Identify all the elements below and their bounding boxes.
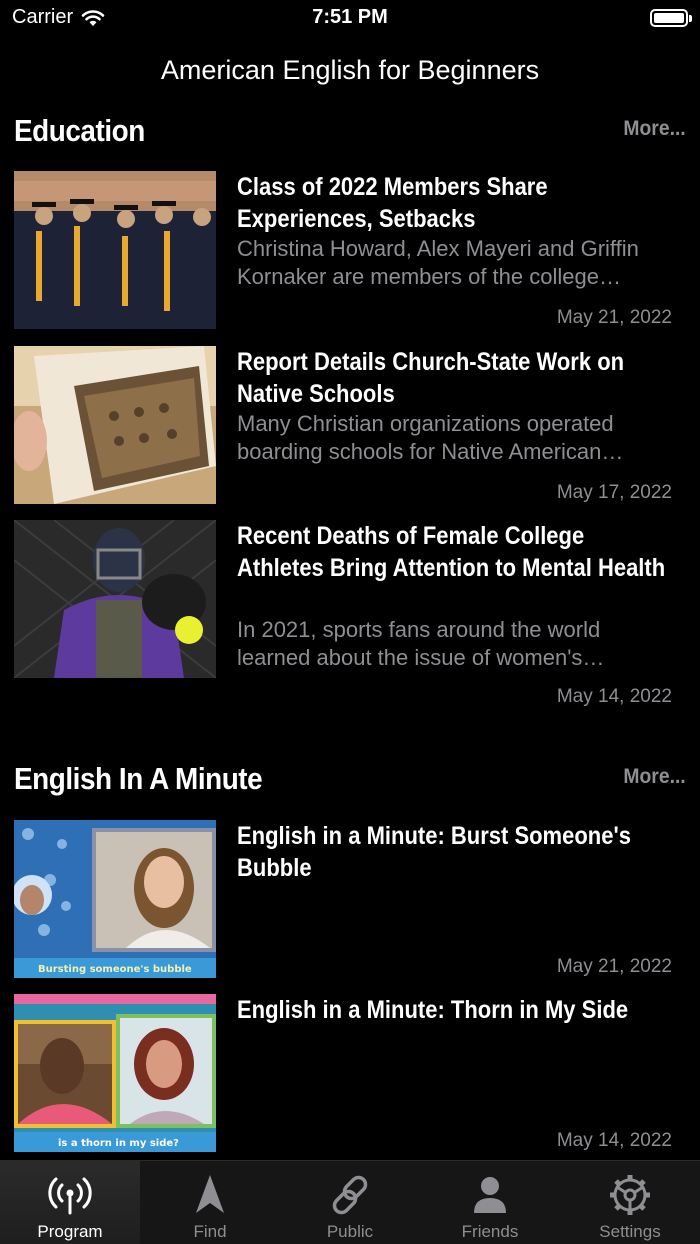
article-thumbnail: [14, 171, 216, 329]
article-item[interactable]: Bursting someone's bubble English in a M…: [0, 820, 700, 980]
status-bar: Carrier 7:51 PM: [0, 0, 700, 40]
battery-icon: [650, 9, 692, 27]
tab-program[interactable]: Program: [0, 1161, 140, 1244]
article-title: English in a Minute: Burst Someone's Bub…: [237, 822, 631, 882]
section-header: English In A Minute More...: [0, 761, 700, 801]
tab-friends[interactable]: Friends: [420, 1161, 560, 1244]
article-date: May 21, 2022: [556, 956, 672, 977]
status-time: 7:51 PM: [312, 6, 388, 28]
article-thumbnail: [14, 346, 216, 504]
tab-settings[interactable]: Settings: [560, 1161, 700, 1244]
person-icon: [474, 1177, 506, 1213]
article-thumbnail: Bursting someone's bubble: [14, 820, 216, 978]
navigation-arrow-icon: [196, 1175, 224, 1213]
article-title: English in a Minute: Thorn in My Side: [237, 996, 629, 1024]
section-english-in-a-minute: English In A Minute More...: [0, 761, 700, 801]
article-description: Christina Howard, Alex Mayeri and Griffi…: [237, 236, 639, 289]
tab-bar: Program Find Public Friends Settings: [0, 1160, 700, 1244]
more-button[interactable]: More...: [624, 765, 686, 789]
article-description: In 2021, sports fans around the world le…: [237, 617, 605, 670]
thumbnail-caption: Bursting someone's bubble: [38, 964, 192, 975]
article-item[interactable]: Class of 2022 Members Share Experiences,…: [0, 171, 700, 331]
tab-label: Find: [193, 1222, 227, 1241]
article-date: May 14, 2022: [556, 686, 672, 707]
gear-icon: [610, 1175, 650, 1215]
article-item[interactable]: Recent Deaths of Female College Athletes…: [0, 520, 700, 712]
page-title: American English for Beginners: [160, 55, 540, 85]
article-thumbnail: is a thorn in my side?: [14, 994, 216, 1152]
tab-find[interactable]: Find: [140, 1161, 280, 1244]
antenna-icon: [48, 1177, 92, 1215]
more-button[interactable]: More...: [624, 117, 686, 141]
article-item[interactable]: is a thorn in my side? English in a Minu…: [0, 994, 700, 1154]
tab-label: Public: [326, 1222, 374, 1241]
article-title: Class of 2022 Members Share Experiences,…: [237, 173, 548, 233]
article-date: May 21, 2022: [556, 307, 672, 328]
article-item[interactable]: Report Details Church-State Work on Nati…: [0, 346, 700, 506]
tab-label: Friends: [461, 1222, 519, 1241]
thumbnail-caption: is a thorn in my side?: [58, 1138, 179, 1149]
article-title: Report Details Church-State Work on Nati…: [237, 348, 625, 408]
article-title: Recent Deaths of Female College Athletes…: [237, 522, 666, 582]
article-date: May 17, 2022: [556, 482, 672, 503]
article-date: May 14, 2022: [556, 1130, 672, 1151]
tab-label: Settings: [599, 1222, 661, 1241]
section-title: English In A Minute: [14, 761, 263, 796]
article-description: Many Christian organizations operated bo…: [237, 411, 624, 464]
section-education: Education More...: [0, 113, 700, 153]
link-icon: [332, 1175, 368, 1215]
section-header: Education More...: [0, 113, 700, 153]
section-title: Education: [14, 113, 145, 148]
tab-public[interactable]: Public: [280, 1161, 420, 1244]
article-thumbnail: [14, 520, 216, 678]
tab-label: Program: [37, 1222, 103, 1241]
